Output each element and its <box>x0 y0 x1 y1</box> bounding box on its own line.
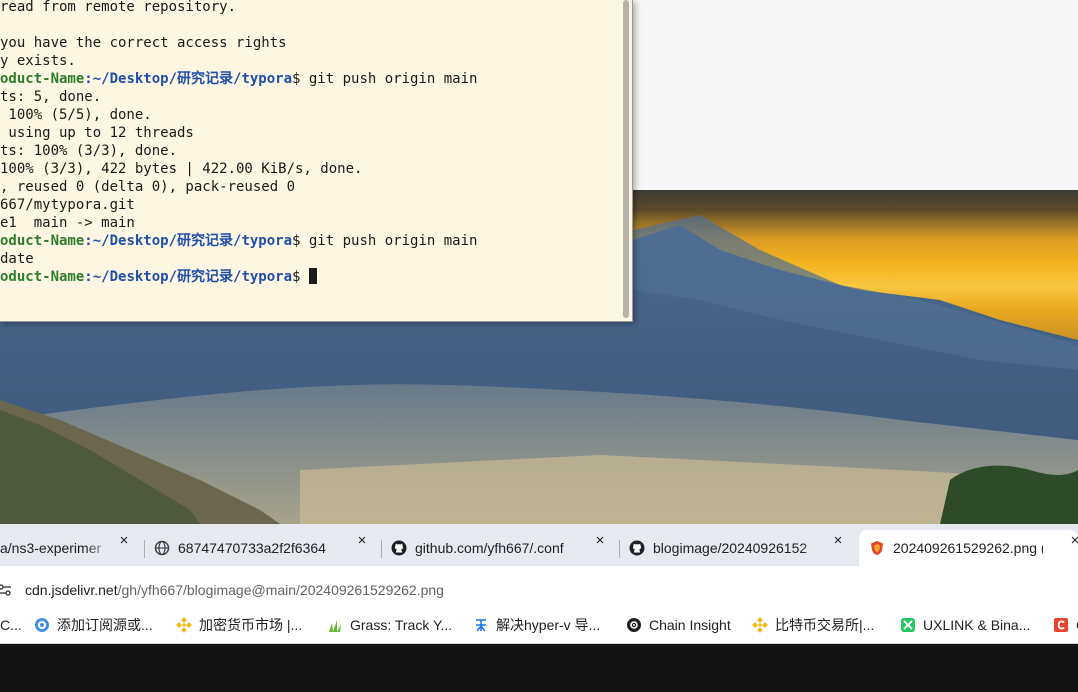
terminal-output-text: 100% (3/3), 422 bytes | 422.00 KiB/s, do… <box>0 161 363 177</box>
prompt-path: :~/Desktop/研究记录/typora <box>84 71 293 87</box>
tab-close-icon[interactable]: × <box>115 532 133 550</box>
terminal-command: $ git push origin main <box>292 233 478 249</box>
tab-blogimage[interactable]: blogimage/20240926152 <box>629 530 827 566</box>
terminal-line: ts: 5, done. <box>0 88 620 106</box>
github-icon <box>391 540 407 556</box>
uxlink-icon <box>900 617 916 633</box>
rss-icon <box>34 617 50 633</box>
terminal-command: $ <box>292 269 309 285</box>
terminal-output-text: y exists. <box>0 53 76 69</box>
bookmark-label: 加密货币市场 |... <box>199 617 303 633</box>
page-content-dark-area <box>0 645 1078 692</box>
terminal-line: using up to 12 threads <box>0 124 620 142</box>
tab-close-icon[interactable]: × <box>591 532 609 550</box>
terminal-output-text: date <box>0 251 34 267</box>
bookmark-item[interactable]: C <box>1053 615 1078 635</box>
binance-icon <box>752 617 768 633</box>
terminal-scrollbar[interactable] <box>623 0 629 318</box>
terminal-line: 100% (3/3), 422 bytes | 422.00 KiB/s, do… <box>0 160 620 178</box>
tab-active-image[interactable]: 202409261529262.png ( <box>859 530 1078 566</box>
globe-icon <box>154 540 170 556</box>
terminal-line: oduct-Name:~/Desktop/研究记录/typora$ git pu… <box>0 70 620 88</box>
terminal-output-text: 100% (5/5), done. <box>0 107 152 123</box>
terminal-output[interactable]: read from remote repository. you have the… <box>0 0 620 286</box>
shield-icon <box>869 540 885 556</box>
prompt-path: :~/Desktop/研究记录/typora <box>84 233 293 249</box>
chain-insight-icon <box>626 617 642 633</box>
bookmark-item[interactable]: C... <box>0 615 22 635</box>
tab-title: 202409261529262.png ( <box>893 540 1043 556</box>
terminal-line: 100% (5/5), done. <box>0 106 620 124</box>
zhihu-icon <box>473 617 489 633</box>
url-host: cdn.jsdelivr.net <box>25 582 118 598</box>
c-icon <box>1053 617 1069 633</box>
bookmark-item[interactable]: 加密货币市场 |... <box>176 615 302 635</box>
browser-tab-bar: a/ns3-experimer × 68747470733a2f2f6364 ×… <box>0 524 1078 566</box>
site-info-icon[interactable] <box>0 583 12 597</box>
terminal-cursor <box>308 268 317 284</box>
bookmark-item[interactable]: 比特币交易所|... <box>752 615 874 635</box>
prompt-path: :~/Desktop/研究记录/typora <box>84 269 293 285</box>
terminal-output-text: e1 main -> main <box>0 215 135 231</box>
terminal-window[interactable]: read from remote repository. you have the… <box>0 0 633 322</box>
url-text[interactable]: cdn.jsdelivr.net/gh/yfh667/blogimage@mai… <box>25 582 444 598</box>
bookmark-item[interactable]: Grass: Track Y... <box>327 615 452 635</box>
terminal-output-text: read from remote repository. <box>0 0 237 15</box>
prompt-user: oduct-Name <box>0 233 85 249</box>
grass-icon <box>327 617 343 633</box>
bookmark-item[interactable]: UXLINK & Bina... <box>900 615 1030 635</box>
prompt-user: oduct-Name <box>0 269 85 285</box>
terminal-line: oduct-Name:~/Desktop/研究记录/typora$ git pu… <box>0 232 620 250</box>
terminal-line: you have the correct access rights <box>0 34 620 52</box>
binance-icon <box>176 617 192 633</box>
terminal-output-text: you have the correct access rights <box>0 35 287 51</box>
url-path: /gh/yfh667/blogimage@main/20240926152926… <box>117 582 444 598</box>
terminal-output-text: 667/mytypora.git <box>0 197 135 213</box>
bookmark-label: UXLINK & Bina... <box>923 617 1031 633</box>
prompt-user: oduct-Name <box>0 71 85 87</box>
bookmarks-bar: C... 添加订阅源或... 加密货币市场 |... Grass: Track … <box>0 606 1078 644</box>
tab-close-icon[interactable]: × <box>829 532 847 550</box>
terminal-line: 667/mytypora.git <box>0 196 620 214</box>
bookmark-label: C... <box>0 617 22 633</box>
bookmark-label: 解决hyper-v 导... <box>496 617 601 633</box>
terminal-output-text: , reused 0 (delta 0), pack-reused 0 <box>0 179 296 195</box>
terminal-output-text: ts: 5, done. <box>0 89 102 105</box>
terminal-command: $ git push origin main <box>292 71 478 87</box>
terminal-output-text: ts: 100% (3/3), done. <box>0 143 178 159</box>
tab-github-conf[interactable]: github.com/yfh667/.conf <box>391 530 588 566</box>
bookmark-label: Chain Insight <box>649 617 731 633</box>
tab-title: blogimage/20240926152 <box>653 540 808 556</box>
terminal-line: ts: 100% (3/3), done. <box>0 142 620 160</box>
terminal-line: y exists. <box>0 52 620 70</box>
tab-close-icon[interactable]: × <box>1066 532 1078 550</box>
tab-hex-url[interactable]: 68747470733a2f2f6364 <box>154 530 350 566</box>
bookmark-item[interactable]: 添加订阅源或... <box>34 615 153 635</box>
github-icon <box>629 540 645 556</box>
tab-title: 68747470733a2f2f6364 <box>178 540 326 556</box>
bookmark-item[interactable]: Chain Insight <box>626 615 731 635</box>
browser-address-bar: cdn.jsdelivr.net/gh/yfh667/blogimage@mai… <box>0 566 1078 606</box>
terminal-line: e1 main -> main <box>0 214 620 232</box>
tab-close-icon[interactable]: × <box>353 532 371 550</box>
terminal-output-text: using up to 12 threads <box>0 125 194 141</box>
terminal-line: oduct-Name:~/Desktop/研究记录/typora$ <box>0 268 620 286</box>
bookmark-label: Grass: Track Y... <box>350 617 453 633</box>
bookmark-label: 比特币交易所|... <box>775 617 875 633</box>
bookmark-item[interactable]: 解决hyper-v 导... <box>473 615 600 635</box>
terminal-line: date <box>0 250 620 268</box>
omnibox[interactable]: cdn.jsdelivr.net/gh/yfh667/blogimage@mai… <box>0 570 1078 602</box>
bookmark-label: 添加订阅源或... <box>57 617 153 633</box>
terminal-line: read from remote repository. <box>0 0 620 16</box>
tab-ns3-experiment[interactable]: a/ns3-experimer <box>0 530 112 566</box>
terminal-line: , reused 0 (delta 0), pack-reused 0 <box>0 178 620 196</box>
tab-title: github.com/yfh667/.conf <box>415 540 564 556</box>
